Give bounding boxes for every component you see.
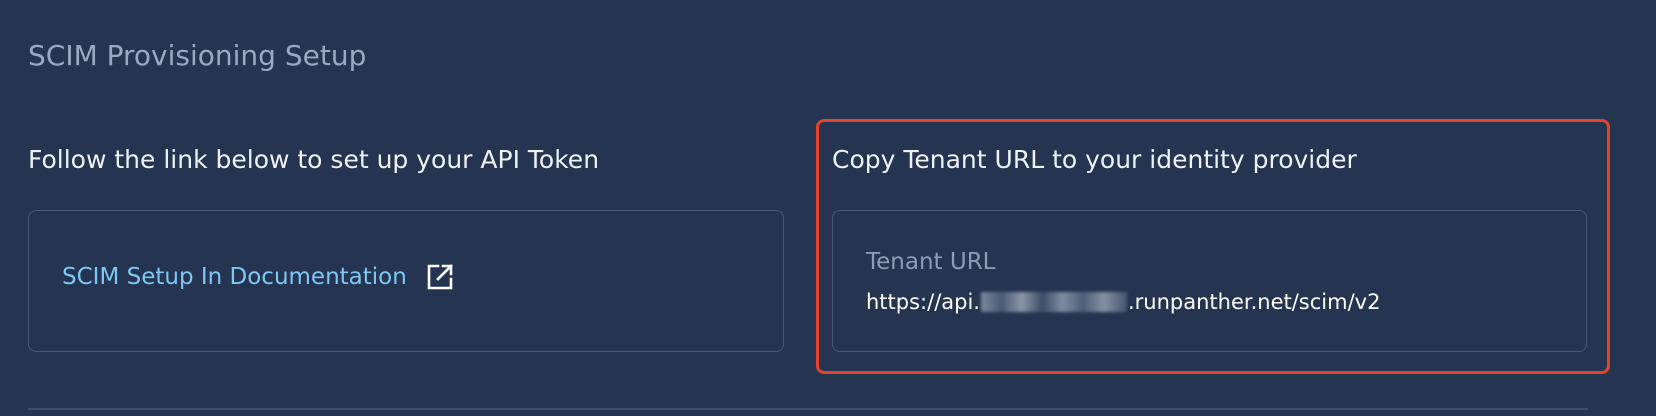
scim-documentation-card: SCIM Setup In Documentation [28, 210, 784, 352]
tenant-url-heading: Copy Tenant URL to your identity provide… [832, 145, 1357, 174]
page-title: SCIM Provisioning Setup [28, 39, 367, 72]
tenant-url-label: Tenant URL [866, 249, 996, 275]
tenant-url-prefix: https://api. [866, 290, 980, 314]
tenant-url-card[interactable]: Tenant URL https://api. .runpanther.net/… [832, 210, 1587, 352]
tenant-url-suffix: .runpanther.net/scim/v2 [1127, 290, 1381, 314]
redacted-subdomain [980, 292, 1127, 312]
scim-documentation-link[interactable]: SCIM Setup In Documentation [62, 261, 455, 293]
api-token-heading: Follow the link below to set up your API… [28, 145, 600, 174]
scim-documentation-link-label: SCIM Setup In Documentation [62, 264, 407, 290]
external-link-icon [425, 262, 455, 292]
tenant-url-value[interactable]: https://api. .runpanther.net/scim/v2 [866, 287, 1380, 317]
section-divider [28, 408, 1588, 410]
